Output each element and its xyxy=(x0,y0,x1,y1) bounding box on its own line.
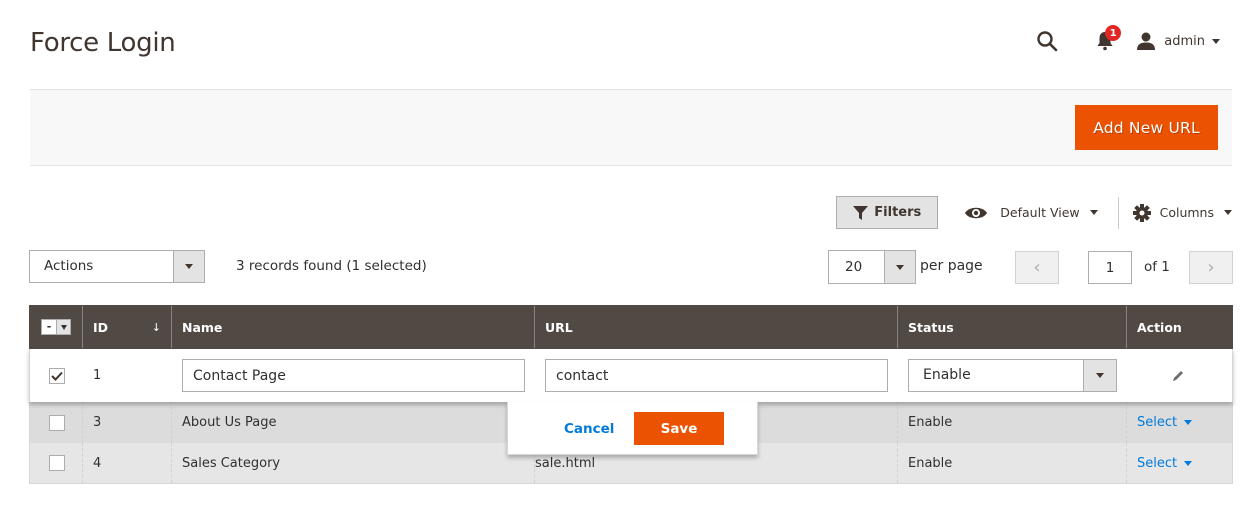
filters-label: Filters xyxy=(874,205,922,220)
row-checkbox[interactable] xyxy=(49,455,65,471)
row-id: 3 xyxy=(83,402,172,443)
per-page-select[interactable]: 20 xyxy=(828,250,916,284)
edit-pencil-icon[interactable] xyxy=(1171,369,1185,383)
eye-icon xyxy=(965,207,988,218)
cancel-button[interactable]: Cancel xyxy=(564,421,614,437)
column-header-url[interactable]: URL xyxy=(535,306,898,348)
filter-icon xyxy=(853,205,869,220)
checkmark-icon xyxy=(51,371,63,381)
chevron-down-icon xyxy=(173,251,204,282)
row-action-select[interactable]: Select xyxy=(1137,456,1193,471)
row-checkbox-checked[interactable] xyxy=(49,367,65,384)
mass-select-indicator: - xyxy=(46,320,52,333)
notifications-button[interactable]: 1 xyxy=(1092,25,1122,54)
chevron-down-icon xyxy=(1184,460,1193,466)
user-icon xyxy=(1137,32,1156,50)
chevron-down-icon xyxy=(1184,420,1193,425)
columns-label: Columns xyxy=(1159,205,1214,220)
status-select-value: Enable xyxy=(923,367,971,383)
chevron-down-icon[interactable] xyxy=(56,320,70,334)
page-actions-bar: Add New URL xyxy=(30,89,1232,166)
column-header-name[interactable]: Name xyxy=(172,306,535,348)
columns-dropdown[interactable]: Columns xyxy=(1132,203,1232,222)
row-id: 4 xyxy=(83,443,172,483)
sort-arrow-icon: ↓ xyxy=(151,320,161,334)
chevron-down-icon xyxy=(1083,360,1116,391)
chevron-down-icon xyxy=(1224,210,1232,215)
row-status: Enable xyxy=(898,443,1127,483)
column-header-status[interactable]: Status xyxy=(898,306,1127,348)
inline-edit-row: 1 Enable xyxy=(29,349,1233,402)
column-header-id[interactable]: ID ↓ xyxy=(83,306,172,348)
name-input[interactable] xyxy=(182,359,525,392)
mass-select-checkbox[interactable]: - xyxy=(41,319,71,335)
chevron-down-icon xyxy=(884,251,915,283)
chevron-right-icon: › xyxy=(1207,257,1215,278)
inline-edit-buttons: Cancel Save xyxy=(507,402,758,455)
status-select[interactable]: Enable xyxy=(908,359,1117,392)
add-new-url-button[interactable]: Add New URL xyxy=(1075,105,1218,150)
row-checkbox[interactable] xyxy=(49,414,65,431)
previous-page-button[interactable]: ‹ xyxy=(1015,251,1059,284)
per-page-value: 20 xyxy=(845,259,863,275)
edit-row-id: 1 xyxy=(93,368,102,383)
row-name: Sales Category xyxy=(172,443,535,483)
gear-icon xyxy=(1132,203,1151,222)
default-view-dropdown[interactable]: Default View xyxy=(964,205,1098,220)
total-pages-label: of 1 xyxy=(1144,259,1170,275)
header-actions: 1 admin xyxy=(1034,25,1220,54)
mass-actions-select[interactable]: Actions xyxy=(29,250,205,283)
url-input[interactable] xyxy=(545,359,888,392)
filters-button[interactable]: Filters xyxy=(836,196,939,229)
page-title: Force Login xyxy=(30,28,176,58)
row-status: Enable xyxy=(898,402,1127,443)
default-view-label: Default View xyxy=(1000,205,1080,220)
records-found-count: 3 records found (1 selected) xyxy=(236,258,427,274)
per-page-label: per page xyxy=(920,258,983,274)
user-name: admin xyxy=(1164,33,1205,49)
actions-label: Actions xyxy=(44,258,94,274)
next-page-button[interactable]: › xyxy=(1189,251,1233,284)
chevron-down-icon xyxy=(1212,38,1220,44)
grid-header-row: - ID ↓ Name URL Status Action xyxy=(29,305,1233,349)
toolbar-divider xyxy=(1117,196,1119,229)
notification-count-badge: 1 xyxy=(1105,25,1122,41)
chevron-left-icon: ‹ xyxy=(1033,257,1041,278)
mass-select-header: - xyxy=(30,306,83,348)
row-action-select[interactable]: Select xyxy=(1137,415,1193,430)
search-icon[interactable] xyxy=(1034,28,1060,54)
save-button[interactable]: Save xyxy=(634,412,724,445)
chevron-down-icon xyxy=(1089,210,1098,215)
column-header-action: Action xyxy=(1137,319,1182,335)
user-menu[interactable]: admin xyxy=(1136,31,1220,51)
grid-toolbar: Filters Default View Columns xyxy=(836,196,1232,229)
row-name: About Us Page xyxy=(172,402,535,443)
current-page-input[interactable] xyxy=(1088,251,1132,284)
